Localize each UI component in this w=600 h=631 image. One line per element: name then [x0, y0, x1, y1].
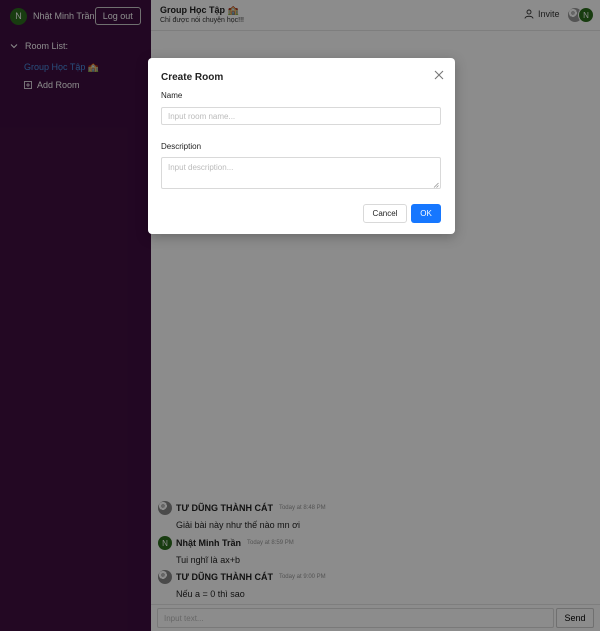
- modal-title: Create Room: [161, 72, 224, 83]
- close-icon[interactable]: [433, 69, 445, 81]
- resize-grip-icon[interactable]: [433, 182, 439, 188]
- create-room-modal: Create Room Name Description Cancel OK: [148, 58, 455, 234]
- cancel-button[interactable]: Cancel: [363, 204, 407, 223]
- room-description-input[interactable]: [161, 157, 441, 189]
- room-name-input[interactable]: [161, 107, 441, 125]
- name-label: Name: [161, 91, 183, 100]
- ok-button[interactable]: OK: [411, 204, 441, 223]
- description-label: Description: [161, 142, 202, 151]
